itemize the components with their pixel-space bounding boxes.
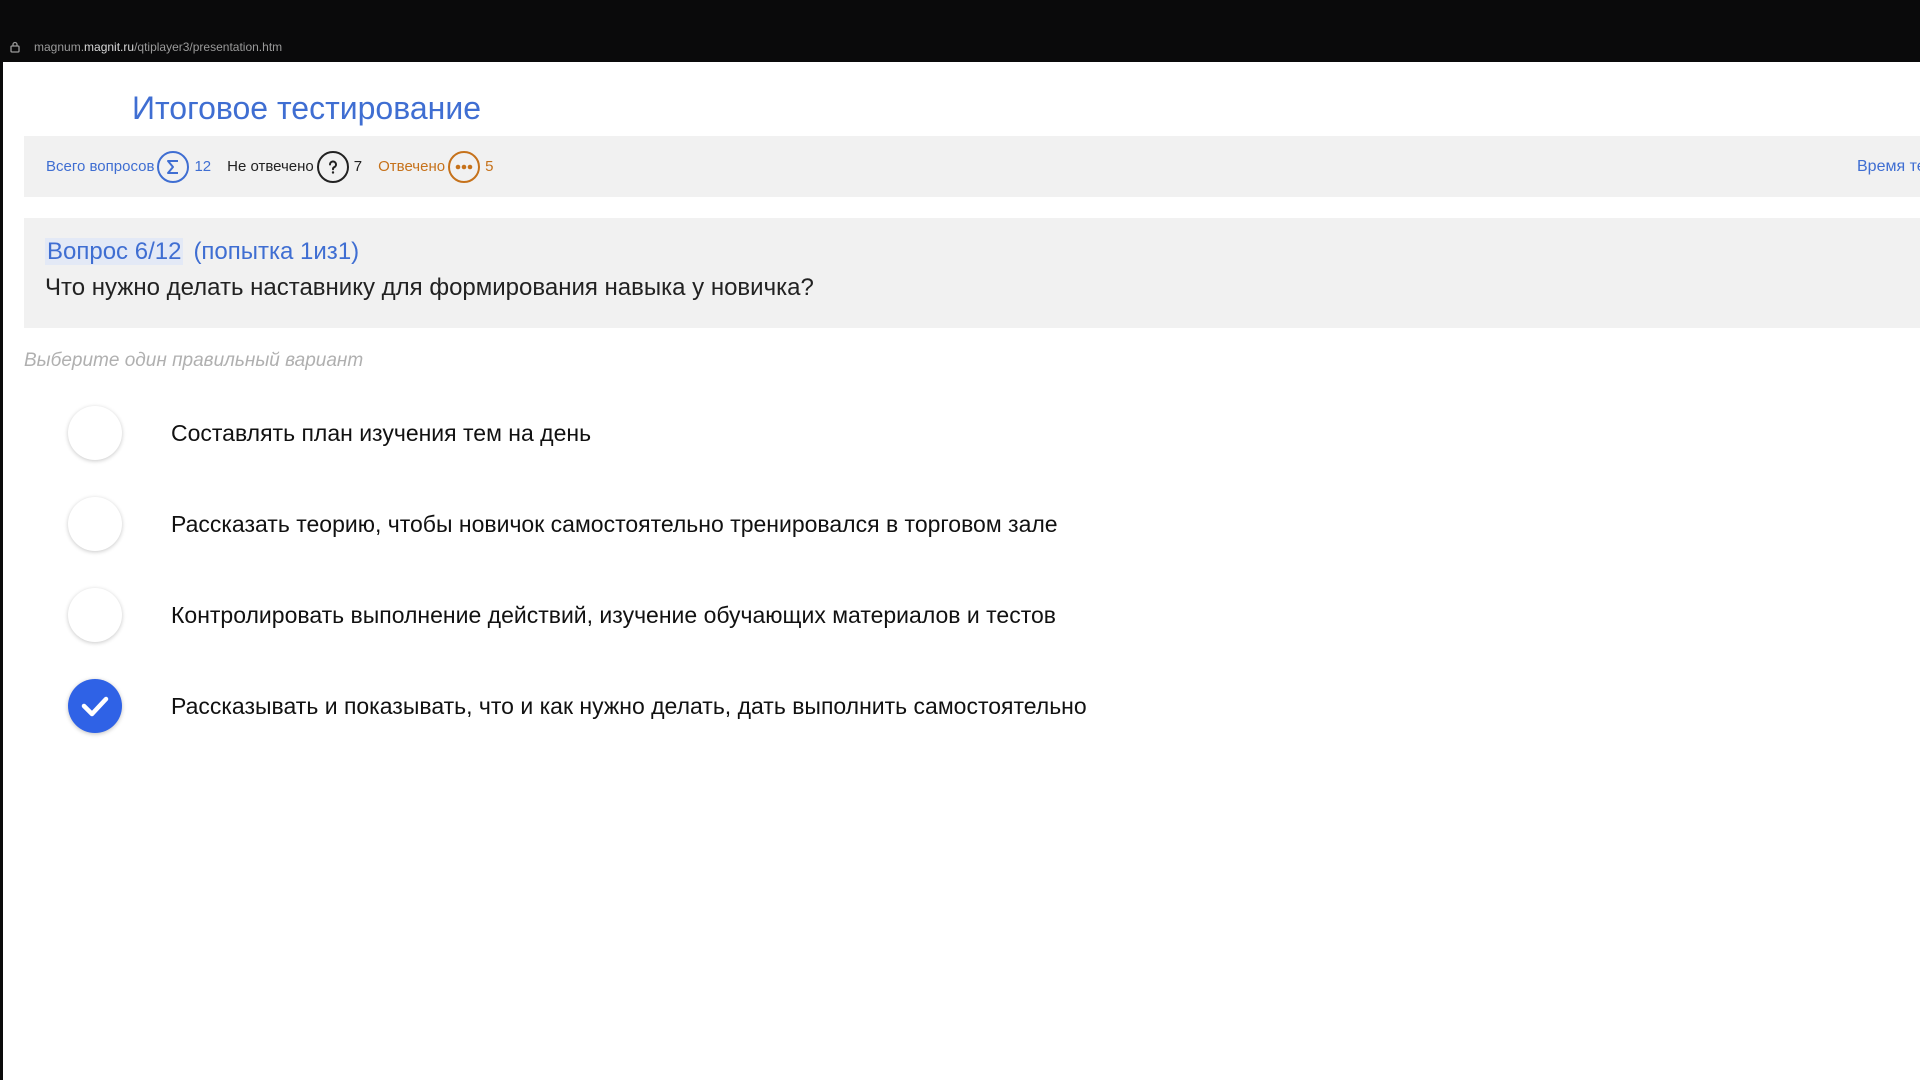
url-path: /qtiplayer3/presentation.htm bbox=[134, 40, 283, 54]
stat-unanswered-label: Не отвечено bbox=[227, 158, 314, 175]
radio-button[interactable] bbox=[68, 406, 122, 460]
option-label: Контролировать выполнение действий, изуч… bbox=[171, 601, 1056, 628]
browser-bar: magnum. magnit.ru/qtiplayer3/presentation… bbox=[0, 0, 1920, 62]
stat-answered-count: 5 bbox=[485, 158, 494, 175]
answer-option[interactable]: Составлять план изучения тем на день bbox=[68, 403, 1268, 463]
checkmark-icon bbox=[81, 696, 109, 717]
url-prefix: magnum. bbox=[34, 40, 85, 54]
question-header: Вопрос 6/12 (попытка 1из1) bbox=[45, 238, 359, 266]
stat-total-count: 12 bbox=[194, 158, 212, 175]
url-host: magnit.ru bbox=[84, 40, 135, 54]
question-text: Что нужно делать наставнику для формиров… bbox=[45, 274, 814, 301]
address-bar[interactable]: magnum. magnit.ru/qtiplayer3/presentation… bbox=[8, 38, 282, 56]
ellipsis-icon bbox=[448, 150, 481, 183]
answer-option[interactable]: Контролировать выполнение действий, изуч… bbox=[68, 585, 1268, 645]
question-box: Вопрос 6/12 (попытка 1из1) Что нужно дела… bbox=[24, 218, 1920, 328]
option-label: Рассказывать и показывать, что и как нуж… bbox=[171, 692, 1087, 719]
answer-option[interactable]: Рассказать теорию, чтобы новичок самосто… bbox=[68, 494, 1268, 554]
stat-total-label: Всего вопросов bbox=[46, 158, 155, 175]
time-label: Время те bbox=[1857, 157, 1920, 175]
radio-button[interactable] bbox=[68, 497, 122, 551]
page-title: Итоговое тестирование bbox=[132, 90, 481, 126]
answer-hint: Выберите один правильный вариант bbox=[24, 350, 364, 371]
sigma-icon bbox=[157, 150, 190, 183]
question-number: Вопрос 6/12 bbox=[45, 238, 184, 265]
radio-button-checked[interactable] bbox=[68, 679, 122, 733]
stat-total-questions: Всего вопросов 12 bbox=[46, 150, 212, 183]
stat-unanswered: Не отвечено 7 bbox=[227, 150, 363, 183]
stat-answered-label: Отвечено bbox=[378, 158, 446, 175]
question-mark-icon bbox=[316, 150, 349, 183]
stat-unanswered-count: 7 bbox=[353, 158, 363, 175]
option-label: Рассказать теорию, чтобы новичок самосто… bbox=[171, 510, 1058, 537]
answer-option-selected[interactable]: Рассказывать и показывать, что и как нуж… bbox=[68, 676, 1268, 736]
stats-bar: Всего вопросов 12 Не отвечено 7 Отвечено… bbox=[24, 136, 1920, 197]
option-label: Составлять план изучения тем на день bbox=[171, 419, 592, 446]
test-page: Итоговое тестирование Всего вопросов 12 … bbox=[3, 62, 1920, 1080]
radio-button[interactable] bbox=[68, 588, 122, 642]
question-attempt: (попытка 1из1) bbox=[193, 238, 360, 265]
stat-answered: Отвечено 5 bbox=[378, 150, 494, 183]
lock-icon bbox=[10, 41, 20, 53]
